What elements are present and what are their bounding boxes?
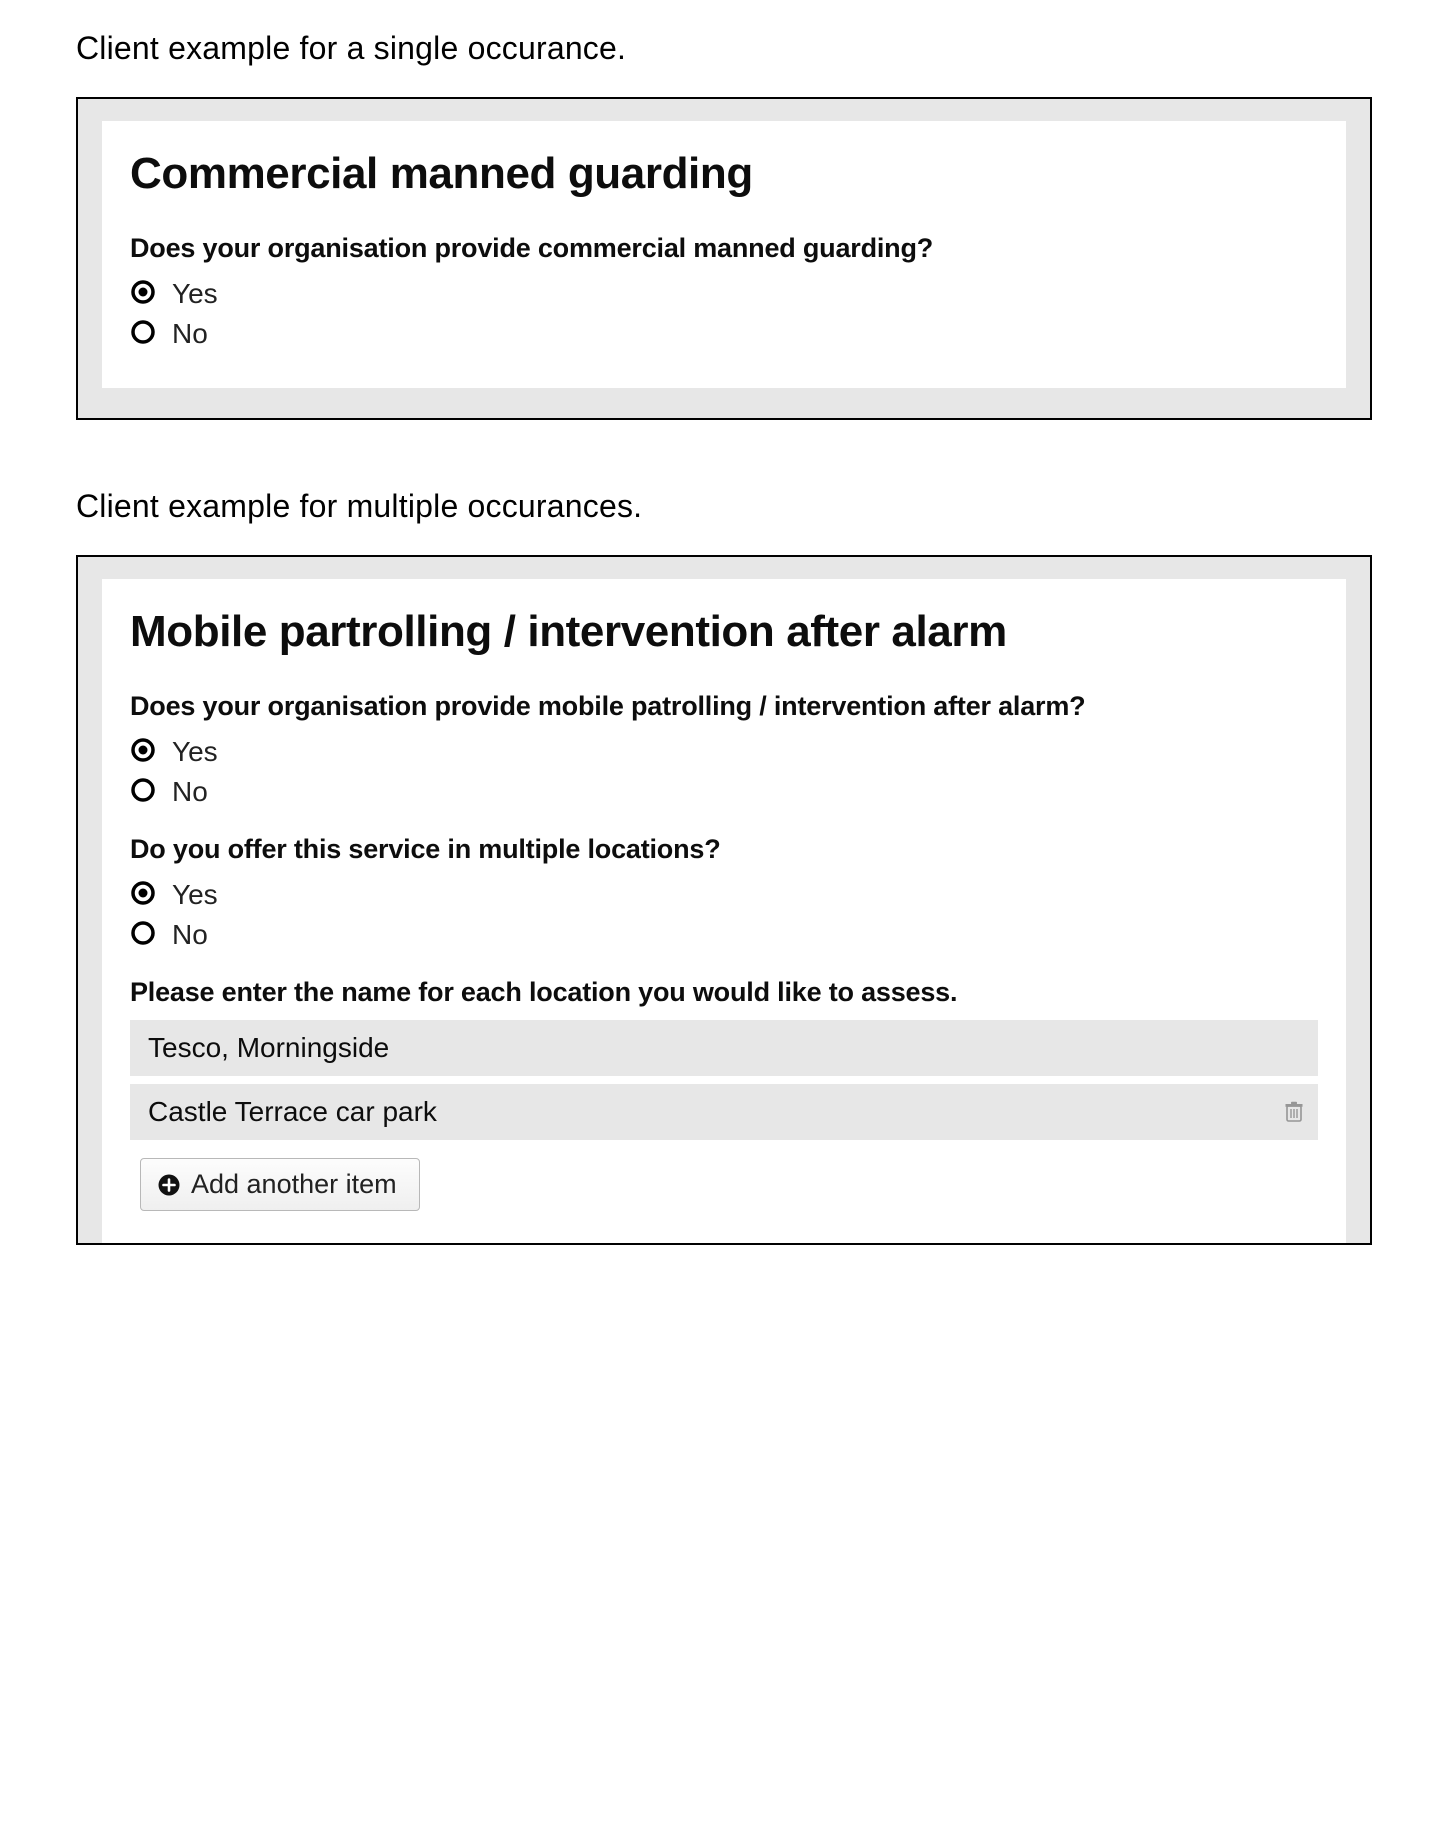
panel2-q2-option-yes[interactable]: Yes: [130, 877, 1318, 913]
panel1-q1-yes-label: Yes: [172, 278, 218, 310]
radio-unselected-icon: [130, 777, 156, 807]
panel-single-title: Commercial manned guarding: [130, 149, 1318, 199]
panel1-q1-text: Does your organisation provide commercia…: [130, 233, 1318, 264]
panel2-q3-text: Please enter the name for each location …: [130, 977, 1318, 1008]
radio-unselected-icon: [130, 920, 156, 950]
panel2-q1-text: Does your organisation provide mobile pa…: [130, 691, 1318, 722]
panel2-q2-no-label: No: [172, 919, 208, 951]
radio-unselected-icon: [130, 319, 156, 349]
location-row[interactable]: Castle Terrace car park: [130, 1084, 1318, 1140]
caption-multiple: Client example for multiple occurances.: [76, 488, 1372, 525]
panel-multiple: Mobile partrolling / intervention after …: [76, 555, 1372, 1245]
panel1-q1-option-yes[interactable]: Yes: [130, 276, 1318, 312]
panel2-q2-yes-label: Yes: [172, 879, 218, 911]
plus-circle-icon: [157, 1173, 181, 1197]
location-list: Tesco, Morningside Castle Terrace car pa…: [130, 1020, 1318, 1211]
panel2-q1-option-no[interactable]: No: [130, 774, 1318, 810]
caption-single: Client example for a single occurance.: [76, 30, 1372, 67]
trash-icon: [1284, 1101, 1304, 1123]
add-another-item-button[interactable]: Add another item: [140, 1158, 420, 1211]
radio-selected-icon: [130, 279, 156, 309]
panel-multiple-inner: Mobile partrolling / intervention after …: [102, 579, 1346, 1243]
panel2-q2-option-no[interactable]: No: [130, 917, 1318, 953]
delete-location-button[interactable]: [1280, 1101, 1318, 1123]
panel2-q1-no-label: No: [172, 776, 208, 808]
panel-multiple-title: Mobile partrolling / intervention after …: [130, 607, 1318, 657]
panel1-q1-option-no[interactable]: No: [130, 316, 1318, 352]
panel1-q1-no-label: No: [172, 318, 208, 350]
panel2-q1-option-yes[interactable]: Yes: [130, 734, 1318, 770]
panel2-q1-yes-label: Yes: [172, 736, 218, 768]
panel-single-inner: Commercial manned guarding Does your org…: [102, 121, 1346, 388]
location-input[interactable]: Castle Terrace car park: [130, 1084, 1280, 1140]
location-row[interactable]: Tesco, Morningside: [130, 1020, 1318, 1076]
add-button-label: Add another item: [191, 1169, 397, 1200]
panel-single: Commercial manned guarding Does your org…: [76, 97, 1372, 420]
location-input[interactable]: Tesco, Morningside: [130, 1020, 1318, 1076]
panel2-q2-text: Do you offer this service in multiple lo…: [130, 834, 1318, 865]
radio-selected-icon: [130, 737, 156, 767]
radio-selected-icon: [130, 880, 156, 910]
